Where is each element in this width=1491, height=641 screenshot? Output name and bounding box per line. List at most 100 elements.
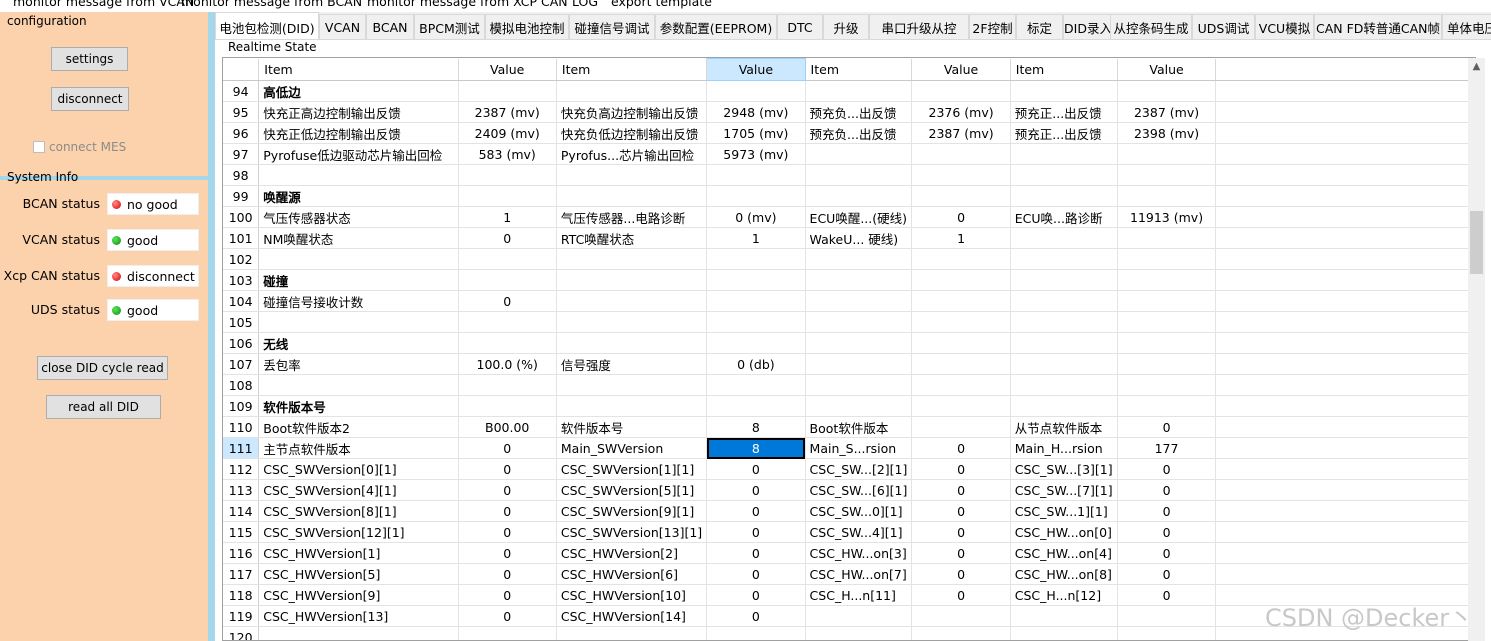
item-cell[interactable]: 软件版本号 <box>556 416 708 438</box>
item-cell[interactable] <box>556 311 708 333</box>
value-cell[interactable]: 0 <box>706 500 806 522</box>
empty-cell[interactable] <box>911 80 1011 102</box>
item-cell[interactable] <box>805 626 913 640</box>
section-heading[interactable]: 碰撞 <box>258 269 459 291</box>
row-header[interactable]: 95 <box>223 101 260 123</box>
value-cell[interactable]: 0 <box>911 584 1011 606</box>
item-cell[interactable]: 从节点软件版本 <box>1010 416 1118 438</box>
tab-11[interactable]: 标定 <box>1016 14 1063 39</box>
value-cell[interactable]: 0 <box>911 479 1011 501</box>
item-cell[interactable]: CSC_SWVersion[1][1] <box>556 458 708 480</box>
empty-cell[interactable] <box>706 80 806 102</box>
column-header-value[interactable]: Value <box>706 58 806 81</box>
item-cell[interactable]: WakeU... 硬线) <box>805 227 913 249</box>
value-cell[interactable]: 0 <box>706 605 806 627</box>
value-cell[interactable]: 0 <box>458 500 557 522</box>
item-cell[interactable] <box>258 626 459 640</box>
value-cell[interactable]: 0 <box>1117 479 1217 501</box>
value-cell[interactable] <box>911 290 1011 312</box>
row-header[interactable]: 114 <box>223 500 260 522</box>
connect-mes-checkbox[interactable]: connect MES <box>33 140 126 154</box>
did-grid[interactable]: Item Value Item Value Item Value Item Value 94 高… <box>222 57 1476 641</box>
column-header-item[interactable]: Item <box>805 58 913 81</box>
empty-cell[interactable] <box>1117 395 1217 417</box>
empty-cell[interactable] <box>1010 269 1118 291</box>
value-cell[interactable]: 2948 (mv) <box>706 101 806 123</box>
column-header-value[interactable]: Value <box>458 58 557 81</box>
item-cell[interactable]: CSC_H...n[11] <box>805 584 913 606</box>
tab-3[interactable]: BPCM测试 <box>414 14 485 39</box>
item-cell[interactable] <box>258 374 459 396</box>
value-cell[interactable] <box>458 311 557 333</box>
item-cell[interactable]: Boot软件版本 <box>805 416 913 438</box>
value-cell[interactable]: 0 <box>458 584 557 606</box>
column-header-item[interactable]: Item <box>258 58 459 81</box>
tab-9[interactable]: 串口升级从控 <box>869 14 969 39</box>
scroll-up-icon[interactable]: ▲ <box>1468 58 1485 75</box>
item-cell[interactable]: CSC_SWVersion[4][1] <box>258 479 459 501</box>
value-cell[interactable]: 8 <box>706 437 806 459</box>
menu-item-3[interactable]: LOG <box>572 0 598 10</box>
table-row[interactable]: 111 主节点软件版本 0 Main_SWVersion 8 Main_S...rsion… <box>223 437 1475 459</box>
item-cell[interactable] <box>258 311 459 333</box>
tab-12[interactable]: DID录入 <box>1063 14 1113 39</box>
row-header[interactable]: 115 <box>223 521 260 543</box>
row-header[interactable]: 107 <box>223 353 260 375</box>
row-header[interactable]: 108 <box>223 374 260 396</box>
item-cell[interactable] <box>1010 626 1118 640</box>
item-cell[interactable]: 丢包率 <box>258 353 459 375</box>
empty-cell[interactable] <box>458 269 557 291</box>
value-cell[interactable] <box>911 605 1011 627</box>
empty-cell[interactable] <box>556 80 708 102</box>
item-cell[interactable]: CSC_SW...0][1] <box>805 500 913 522</box>
item-cell[interactable] <box>1010 311 1118 333</box>
item-cell[interactable] <box>1010 374 1118 396</box>
tab-7[interactable]: DTC <box>777 14 823 39</box>
item-cell[interactable]: CSC_SW...[7][1] <box>1010 479 1118 501</box>
empty-cell[interactable] <box>805 332 913 354</box>
row-header[interactable]: 113 <box>223 479 260 501</box>
empty-cell[interactable] <box>1117 332 1217 354</box>
item-cell[interactable]: CSC_SW...[2][1] <box>805 458 913 480</box>
item-cell[interactable]: CSC_HW...on[3] <box>805 542 913 564</box>
value-cell[interactable] <box>911 311 1011 333</box>
item-cell[interactable]: CSC_HWVersion[13] <box>258 605 459 627</box>
empty-cell[interactable] <box>1010 332 1118 354</box>
row-header[interactable]: 116 <box>223 542 260 564</box>
value-cell[interactable]: 0 <box>1117 500 1217 522</box>
empty-cell[interactable] <box>911 332 1011 354</box>
row-header[interactable]: 111 <box>223 437 260 459</box>
item-cell[interactable] <box>805 311 913 333</box>
row-header[interactable]: 112 <box>223 458 260 480</box>
table-row[interactable]: 116 CSC_HWVersion[1] 0 CSC_HWVersion[2] 0 CSC… <box>223 542 1475 564</box>
value-cell[interactable]: 0 <box>458 563 557 585</box>
value-cell[interactable]: 0 <box>458 458 557 480</box>
empty-cell[interactable] <box>458 332 557 354</box>
value-cell[interactable] <box>1117 626 1217 640</box>
value-cell[interactable]: 1 <box>706 227 806 249</box>
settings-button[interactable]: settings <box>51 47 128 71</box>
row-header[interactable]: 98 <box>223 164 260 186</box>
value-cell[interactable] <box>911 248 1011 270</box>
table-row[interactable]: 114 CSC_SWVersion[8][1] 0 CSC_SWVersion[9][… <box>223 500 1475 522</box>
empty-cell[interactable] <box>556 332 708 354</box>
item-cell[interactable]: CSC_HWVersion[5] <box>258 563 459 585</box>
empty-cell[interactable] <box>805 395 913 417</box>
table-row[interactable]: 106 无线 <box>223 332 1475 354</box>
empty-cell[interactable] <box>458 395 557 417</box>
value-cell[interactable]: 0 <box>1117 521 1217 543</box>
table-row[interactable]: 94 高低边 <box>223 80 1475 102</box>
item-cell[interactable]: CSC_HWVersion[6] <box>556 563 708 585</box>
value-cell[interactable]: 0 <box>458 521 557 543</box>
item-cell[interactable]: CSC_SW...[6][1] <box>805 479 913 501</box>
tab-1[interactable]: VCAN <box>319 14 366 39</box>
item-cell[interactable]: 快充正高边控制输出反馈 <box>258 101 459 123</box>
splitter[interactable] <box>208 12 215 641</box>
column-header-item[interactable]: Item <box>556 58 708 81</box>
empty-cell[interactable] <box>458 80 557 102</box>
item-cell[interactable]: 快充负低边控制输出反馈 <box>556 122 708 144</box>
row-header[interactable]: 100 <box>223 206 260 228</box>
empty-cell[interactable] <box>805 269 913 291</box>
menu-item-1[interactable]: monitor message from BCAN <box>181 0 362 10</box>
item-cell[interactable]: CSC_HWVersion[1] <box>258 542 459 564</box>
